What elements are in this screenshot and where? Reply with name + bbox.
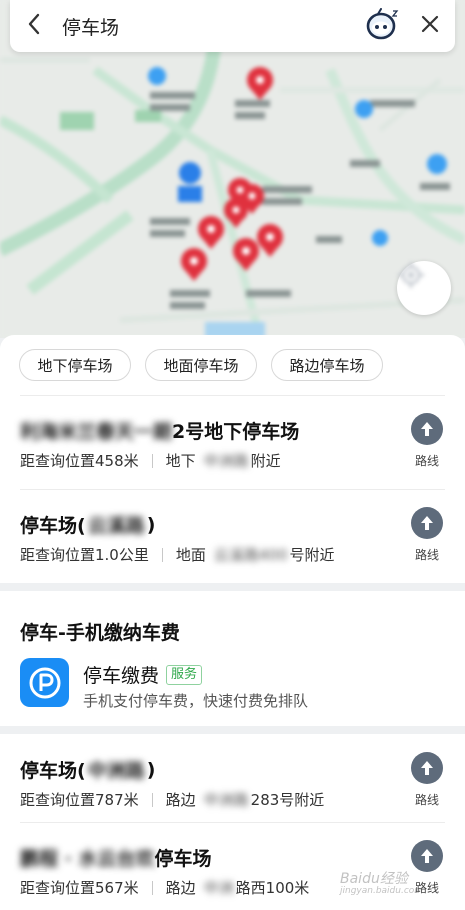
route-arrow-icon xyxy=(411,413,443,445)
service-card[interactable]: 停车-手机缴纳车费 停车缴费 服务 手机支付停车费，快速付费免排队 xyxy=(0,591,465,726)
result-title-blurred: 中洲路 xyxy=(87,760,145,782)
back-button[interactable] xyxy=(12,0,56,52)
result-type: 地下 xyxy=(165,452,196,470)
section-gap xyxy=(0,583,465,591)
section-gap xyxy=(0,726,465,734)
search-bar: 停车场 xyxy=(10,0,455,52)
result-address-suffix: 路西100米 xyxy=(235,879,310,897)
result-type: 地面 xyxy=(175,546,206,564)
result-item[interactable]: 鹏程 · 水云台欢 停车场 距查询位置567米 路边 中洲 路西100米 路线 xyxy=(0,822,465,910)
meta-separator xyxy=(151,792,153,807)
close-icon xyxy=(421,15,439,37)
result-address-suffix: 283号附近 xyxy=(250,791,325,809)
results-group-a: 利海米兰春天一期 2号地下停车场 距查询位置458米 地下 中洲路 附近 路线 … xyxy=(0,395,465,583)
result-title: 鹏程 · 水云台欢 停车场 xyxy=(20,844,211,871)
service-section-title: 停车-手机缴纳车费 xyxy=(20,622,180,644)
route-label: 路线 xyxy=(414,548,439,562)
result-title-end: ) xyxy=(146,513,156,536)
result-title: 停车场( 中洲路 ) xyxy=(20,756,155,783)
route-arrow-icon xyxy=(411,507,443,539)
search-input[interactable]: 停车场 xyxy=(56,13,361,40)
result-distance: 距查询位置458米 xyxy=(20,452,139,470)
filter-chips: 地下停车场 地面停车场 路边停车场 xyxy=(0,335,465,395)
result-address-blurred: 中洲路 xyxy=(203,452,249,470)
result-title-blurred: 利海米兰春天一期 xyxy=(20,421,173,443)
parking-p-icon xyxy=(20,658,69,707)
result-type: 路边 xyxy=(165,791,196,809)
result-address-suffix: 号附近 xyxy=(289,546,335,564)
filter-chip-surface[interactable]: 地面停车场 xyxy=(145,349,257,381)
robot-assistant-icon xyxy=(366,8,400,44)
result-meta: 距查询位置567米 路边 中洲 路西100米 xyxy=(20,877,309,898)
service-description: 手机支付停车费，快速付费免排队 xyxy=(83,692,309,710)
service-name-text: 停车缴费 xyxy=(83,665,160,687)
service-badge: 服务 xyxy=(166,664,203,685)
result-title-end: ) xyxy=(146,758,156,781)
meta-separator xyxy=(161,547,163,562)
watermark-text: Baidu经验 xyxy=(340,871,408,887)
route-label: 路线 xyxy=(414,793,439,807)
result-address-blurred: 中洲路 xyxy=(203,791,249,809)
watermark-sub: jingyan.baidu.com xyxy=(340,886,424,896)
result-meta: 距查询位置787米 路边 中洲路 283号附近 xyxy=(20,789,324,810)
service-name: 停车缴费 服务 xyxy=(83,661,203,688)
result-title-text: 停车场( xyxy=(20,760,86,782)
result-title-blurred: 云溪路 xyxy=(87,515,145,537)
route-button[interactable]: 路线 xyxy=(406,507,448,567)
result-distance: 距查询位置787米 xyxy=(20,791,139,809)
locate-button[interactable] xyxy=(397,261,451,315)
result-address-suffix: 附近 xyxy=(250,452,281,470)
result-title-blurred: 鹏程 · 水云台欢 xyxy=(20,848,155,870)
route-button[interactable]: 路线 xyxy=(406,413,448,473)
result-item[interactable]: 停车场( 中洲路 ) 距查询位置787米 路边 中洲路 283号附近 路线 xyxy=(0,734,465,826)
voice-assistant-button[interactable] xyxy=(361,0,405,52)
filter-chip-roadside[interactable]: 路边停车场 xyxy=(271,349,383,381)
result-distance: 距查询位置567米 xyxy=(20,879,139,897)
result-meta: 距查询位置458米 地下 中洲路 附近 xyxy=(20,450,281,471)
result-address-blurred: 中洲 xyxy=(203,879,234,897)
result-title-text: 停车场( xyxy=(20,515,86,537)
meta-separator xyxy=(151,453,153,468)
watermark: Baidu经验 jingyan.baidu.com xyxy=(340,868,423,896)
route-button[interactable]: 路线 xyxy=(406,752,448,812)
result-distance: 距查询位置1.0公里 xyxy=(20,546,149,564)
filter-chip-underground[interactable]: 地下停车场 xyxy=(19,349,131,381)
result-address-blurred: 云溪路400 xyxy=(213,546,288,564)
result-title-text: 2号地下停车场 xyxy=(172,421,300,443)
result-item[interactable]: 停车场( 云溪路 ) 距查询位置1.0公里 地面 云溪路400 号附近 路线 xyxy=(0,489,465,581)
meta-separator xyxy=(151,880,153,895)
result-item[interactable]: 利海米兰春天一期 2号地下停车场 距查询位置458米 地下 中洲路 附近 路线 xyxy=(0,395,465,487)
result-title: 停车场( 云溪路 ) xyxy=(20,511,155,538)
chevron-left-icon xyxy=(27,13,41,39)
route-arrow-icon xyxy=(411,752,443,784)
close-button[interactable] xyxy=(405,0,455,52)
result-type: 路边 xyxy=(165,879,196,897)
route-label: 路线 xyxy=(414,454,439,468)
result-meta: 距查询位置1.0公里 地面 云溪路400 号附近 xyxy=(20,544,335,565)
result-title: 利海米兰春天一期 2号地下停车场 xyxy=(20,417,299,444)
result-title-text: 停车场 xyxy=(154,848,212,870)
